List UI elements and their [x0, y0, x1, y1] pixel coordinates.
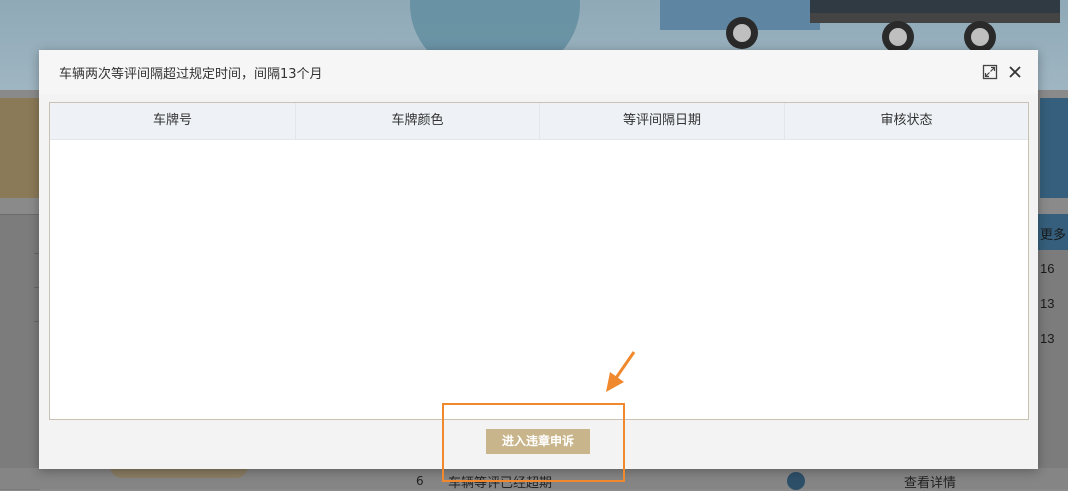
- highlight-annotation-box: [442, 403, 625, 482]
- background-more-link[interactable]: 更多: [1040, 224, 1066, 243]
- close-icon[interactable]: [1006, 63, 1024, 81]
- table-header: 车牌号 车牌颜色 等评间隔日期 审核状态: [50, 103, 1028, 140]
- background-left-list: [0, 214, 40, 490]
- column-header-plate-number[interactable]: 车牌号: [50, 103, 296, 139]
- dialog-title: 车辆两次等评间隔超过规定时间，间隔13个月: [59, 67, 323, 82]
- column-header-plate-color[interactable]: 车牌颜色: [296, 103, 540, 139]
- vehicle-interval-table: 车牌号 车牌颜色 等评间隔日期 审核状态: [49, 102, 1029, 420]
- background-right-card: [1040, 98, 1068, 198]
- dialog-header: 车辆两次等评间隔超过规定时间，间隔13个月: [39, 50, 1038, 94]
- maximize-icon[interactable]: [982, 64, 998, 80]
- background-list-value: 16: [1040, 261, 1055, 276]
- column-header-interval-date[interactable]: 等评间隔日期: [540, 103, 785, 139]
- background-row-index: 6: [416, 474, 424, 488]
- background-right-list: [1038, 214, 1068, 489]
- background-list-value: 13: [1040, 296, 1055, 311]
- background-left-card: [0, 98, 40, 198]
- background-status-dot: [787, 472, 805, 490]
- annotation-arrow-icon: [606, 351, 636, 392]
- background-view-details-link[interactable]: 查看详情: [904, 472, 956, 491]
- truck-illustration: [660, 0, 1060, 50]
- background-list-value: 13: [1040, 331, 1055, 346]
- column-header-review-status[interactable]: 审核状态: [785, 103, 1028, 139]
